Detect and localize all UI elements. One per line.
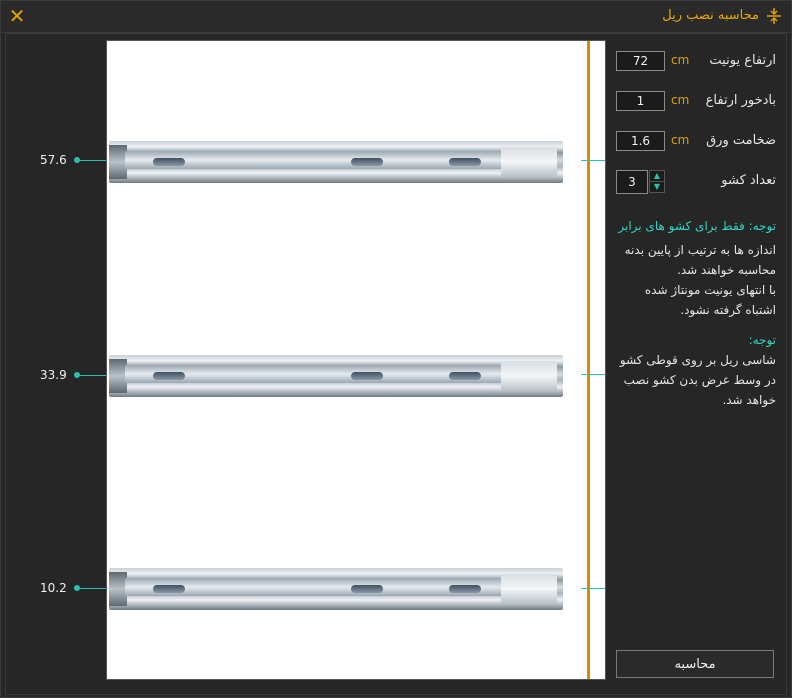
measurement-line [77, 588, 108, 589]
note-line: در وسط عرض بدن کشو نصب [623, 373, 776, 387]
note-line: شاسی ریل بر روی قوطی کشو [619, 353, 776, 367]
rail-preview [106, 40, 606, 680]
compress-vertical-icon [767, 8, 781, 24]
note-line: با انتهای یونیت مونتاژ شده [644, 283, 776, 297]
unit-edge-line [587, 41, 590, 679]
rail-marker [581, 374, 605, 375]
unit-height-input[interactable] [616, 51, 665, 71]
sheet-thickness-row: cm ضخامت ورق [616, 131, 776, 153]
unit-height-label: ارتفاع یونیت [709, 53, 776, 68]
title-bar: ✕ محاسبه نصب ریل [1, 1, 791, 33]
note-line: خواهد شد. [722, 393, 776, 407]
note2-title: توجه: [748, 333, 776, 347]
sheet-thickness-input[interactable] [616, 131, 665, 151]
note2-text: شاسی ریل بر روی قوطی کشو در وسط عرض بدن … [616, 350, 776, 410]
unit-label: cm [671, 53, 690, 67]
spin-down-icon[interactable]: ▼ [649, 181, 665, 193]
height-offset-input[interactable] [616, 91, 665, 111]
note1-title: توجه: فقط برای کشو های برابر [618, 219, 776, 233]
close-icon[interactable]: ✕ [7, 6, 27, 26]
drawer-rail-middle [109, 355, 563, 397]
note-line: محاسبه خواهند شد. [677, 263, 776, 277]
sheet-thickness-label: ضخامت ورق [706, 133, 776, 148]
drawer-count-stepper: ▲ ▼ [649, 170, 665, 193]
measurement-value: 57.6 [40, 153, 67, 167]
unit-label: cm [671, 133, 690, 147]
height-offset-row: cm بادخور ارتفاع [616, 91, 776, 113]
measurement-line [77, 375, 108, 376]
rail-marker [581, 588, 605, 589]
drawer-count-row: 3 ▲ ▼ تعداد کشو [616, 170, 776, 194]
measurement-value: 33.9 [40, 368, 67, 382]
drawer-count-input[interactable]: 3 [616, 170, 648, 194]
note-line: اشتباه گرفته نشود. [680, 303, 776, 317]
rail-marker [581, 160, 605, 161]
unit-height-row: cm ارتفاع یونیت [616, 51, 776, 73]
note1-text: اندازه ها به ترتیب از پایین بدنه محاسبه … [616, 240, 776, 320]
drawer-count-label: تعداد کشو [721, 173, 776, 188]
measurement-value: 10.2 [40, 581, 67, 595]
unit-label: cm [671, 93, 690, 107]
note-line: اندازه ها به ترتیب از پایین بدنه [624, 243, 776, 257]
height-offset-label: بادخور ارتفاع [705, 93, 776, 108]
drawer-rail-top [109, 141, 563, 183]
calculate-button[interactable]: محاسبه [616, 650, 774, 678]
measurement-line [77, 160, 108, 161]
drawer-rail-bottom [109, 568, 563, 610]
window-title: محاسبه نصب ریل [662, 8, 759, 23]
